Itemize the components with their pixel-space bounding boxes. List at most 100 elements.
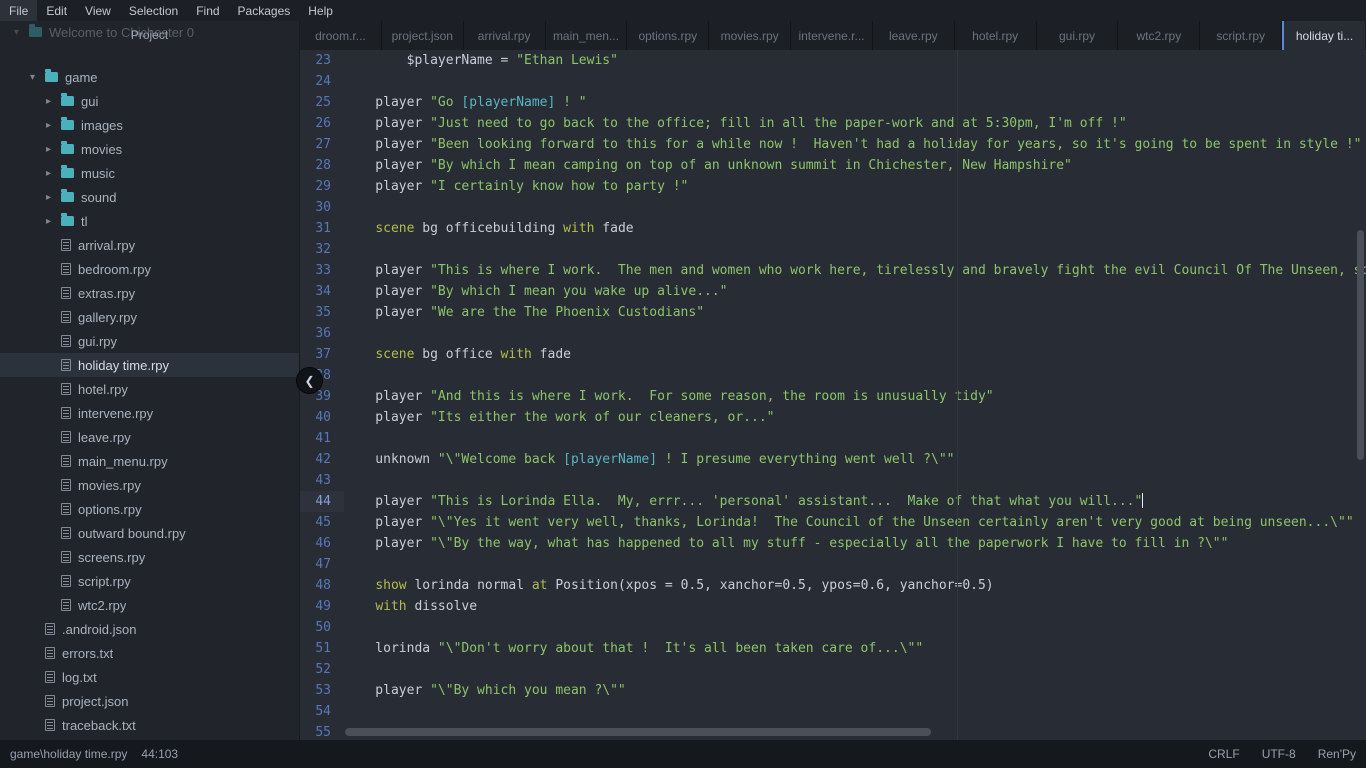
code-line[interactable] [344, 470, 1366, 491]
tab-droom-r[interactable]: droom.r... [300, 21, 382, 50]
tree-file-intervene-rpy[interactable]: intervene.rpy [0, 401, 299, 425]
line-number[interactable]: 47 [300, 554, 344, 575]
line-number[interactable]: 24 [300, 71, 344, 92]
menu-selection[interactable]: Selection [120, 0, 187, 21]
code-line[interactable] [344, 554, 1366, 575]
line-ending-selector[interactable]: CRLF [1208, 747, 1239, 761]
code-line[interactable]: scene bg office with fade [344, 344, 1366, 365]
code-line[interactable]: player "\"Yes it went very well, thanks,… [344, 512, 1366, 533]
line-number[interactable]: 49 [300, 596, 344, 617]
code-line[interactable]: player "\"By the way, what has happened … [344, 533, 1366, 554]
tree-folder-tl[interactable]: ▸tl [0, 209, 299, 233]
tree-file-gallery-rpy[interactable]: gallery.rpy [0, 305, 299, 329]
line-number[interactable]: 51 [300, 638, 344, 659]
line-number[interactable]: 35 [300, 302, 344, 323]
code-line[interactable]: show lorinda normal at Position(xpos = 0… [344, 575, 1366, 596]
tree-folder-music[interactable]: ▸music [0, 161, 299, 185]
tree-file-android-json[interactable]: .android.json [0, 617, 299, 641]
code-line[interactable]: lorinda "\"Don't worry about that ! It's… [344, 638, 1366, 659]
tree-folder-gui[interactable]: ▸gui [0, 89, 299, 113]
tree-file-main-menu-rpy[interactable]: main_menu.rpy [0, 449, 299, 473]
tree-file-log-txt[interactable]: log.txt [0, 665, 299, 689]
code-line[interactable]: player "This is where I work. The men an… [344, 260, 1366, 281]
line-number[interactable]: 32 [300, 239, 344, 260]
tree-folder-sound[interactable]: ▸sound [0, 185, 299, 209]
tree-file-wtc2-rpy[interactable]: wtc2.rpy [0, 593, 299, 617]
code-line[interactable] [344, 323, 1366, 344]
tab-wtc2-rpy[interactable]: wtc2.rpy [1118, 21, 1200, 50]
code-line[interactable]: player "We are the The Phoenix Custodian… [344, 302, 1366, 323]
tab-arrival-rpy[interactable]: arrival.rpy [464, 21, 546, 50]
horizontal-scrollbar[interactable] [345, 728, 931, 736]
line-number[interactable]: 42 [300, 449, 344, 470]
tree-file-movies-rpy[interactable]: movies.rpy [0, 473, 299, 497]
tree-file-screens-rpy[interactable]: screens.rpy [0, 545, 299, 569]
line-number[interactable]: 33 [300, 260, 344, 281]
line-number[interactable]: 50 [300, 617, 344, 638]
tree-file-project-json[interactable]: project.json [0, 689, 299, 713]
tree-file-traceback-txt[interactable]: traceback.txt [0, 713, 299, 737]
cursor-position[interactable]: 44:103 [141, 747, 178, 761]
line-number[interactable]: 34 [300, 281, 344, 302]
tree-file-arrival-rpy[interactable]: arrival.rpy [0, 233, 299, 257]
line-number[interactable]: 36 [300, 323, 344, 344]
tab-project-json[interactable]: project.json [382, 21, 464, 50]
line-number[interactable]: 41 [300, 428, 344, 449]
line-number[interactable]: 23 [300, 50, 344, 71]
line-number[interactable]: 26 [300, 113, 344, 134]
tree-file-errors-txt[interactable]: errors.txt [0, 641, 299, 665]
line-number[interactable]: 44 [300, 491, 344, 512]
menu-find[interactable]: Find [187, 0, 228, 21]
project-dock-tab[interactable]: Project [0, 21, 299, 49]
line-number[interactable]: 48 [300, 575, 344, 596]
tree-file-holiday-time-rpy[interactable]: holiday time.rpy [0, 353, 299, 377]
code-line[interactable]: scene bg officebuilding with fade [344, 218, 1366, 239]
tree-file-script-rpy[interactable]: script.rpy [0, 569, 299, 593]
tab-intervene-r[interactable]: intervene.r... [791, 21, 873, 50]
code-line[interactable] [344, 701, 1366, 722]
code-line[interactable]: player "By which I mean camping on top o… [344, 155, 1366, 176]
code-line[interactable] [344, 197, 1366, 218]
code-line[interactable]: player "Just need to go back to the offi… [344, 113, 1366, 134]
code-area[interactable]: $playerName = "Ethan Lewis" player "Go [… [344, 50, 1366, 740]
tab-hotel-rpy[interactable]: hotel.rpy [955, 21, 1037, 50]
tree-file-extras-rpy[interactable]: extras.rpy [0, 281, 299, 305]
tree-file-bedroom-rpy[interactable]: bedroom.rpy [0, 257, 299, 281]
vertical-scrollbar[interactable] [1357, 230, 1364, 460]
line-number[interactable]: 45 [300, 512, 344, 533]
tree-file-options-rpy[interactable]: options.rpy [0, 497, 299, 521]
tree-view-toggle-button[interactable]: ❮ [296, 367, 323, 394]
tree-file-outward-bound-rpy[interactable]: outward bound.rpy [0, 521, 299, 545]
tab-movies-rpy[interactable]: movies.rpy [709, 21, 791, 50]
line-number[interactable]: 55 [300, 722, 344, 740]
tree-folder-movies[interactable]: ▸movies [0, 137, 299, 161]
editor[interactable]: 2324252627282930313233343536373839404142… [300, 50, 1366, 740]
tab-leave-rpy[interactable]: leave.rpy [873, 21, 955, 50]
line-number[interactable]: 31 [300, 218, 344, 239]
encoding-selector[interactable]: UTF-8 [1262, 747, 1296, 761]
line-number[interactable]: 37 [300, 344, 344, 365]
code-line[interactable] [344, 428, 1366, 449]
code-line[interactable]: unknown "\"Welcome back [playerName] ! I… [344, 449, 1366, 470]
tab-script-rpy[interactable]: script.rpy [1200, 21, 1282, 50]
tree-folder-images[interactable]: ▸images [0, 113, 299, 137]
code-line[interactable]: with dissolve [344, 596, 1366, 617]
code-line[interactable] [344, 659, 1366, 680]
code-line[interactable]: player "Go [playerName] ! " [344, 92, 1366, 113]
line-number[interactable]: 25 [300, 92, 344, 113]
tab-main-men[interactable]: main_men... [546, 21, 628, 50]
code-line[interactable]: player "\"By which you mean ?\"" [344, 680, 1366, 701]
code-line[interactable]: player "Been looking forward to this for… [344, 134, 1366, 155]
code-line[interactable]: player "I certainly know how to party !" [344, 176, 1366, 197]
tab-gui-rpy[interactable]: gui.rpy [1037, 21, 1119, 50]
line-number[interactable]: 52 [300, 659, 344, 680]
menu-view[interactable]: View [76, 0, 120, 21]
tree-folder-game[interactable]: ▾game [0, 65, 299, 89]
code-line[interactable] [344, 617, 1366, 638]
tab-options-rpy[interactable]: options.rpy [627, 21, 709, 50]
line-number[interactable]: 46 [300, 533, 344, 554]
menu-edit[interactable]: Edit [37, 0, 76, 21]
code-line[interactable]: player "This is Lorinda Ella. My, errr..… [344, 491, 1366, 512]
line-number[interactable]: 28 [300, 155, 344, 176]
line-number[interactable]: 40 [300, 407, 344, 428]
